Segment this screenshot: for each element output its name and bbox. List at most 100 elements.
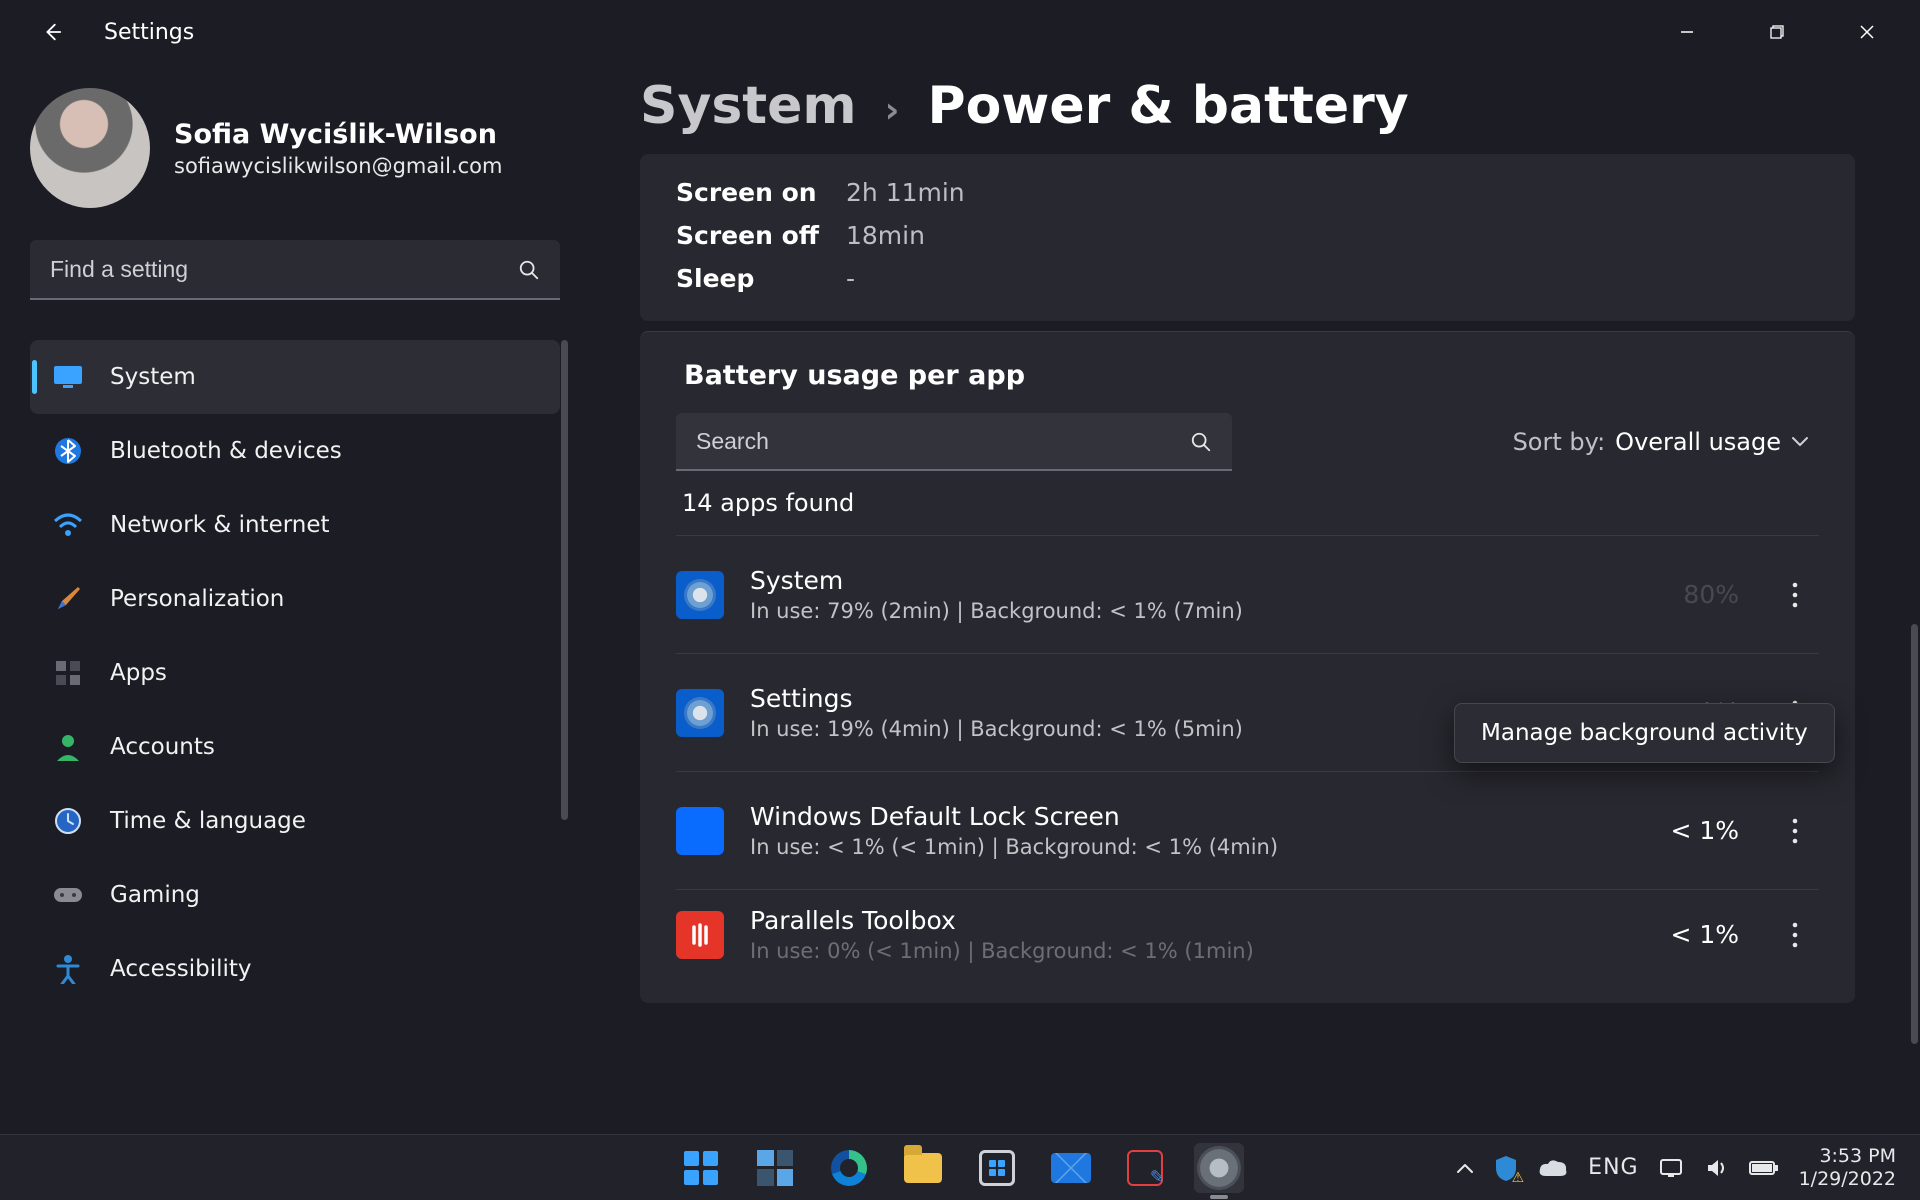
taskbar-settings[interactable] — [1194, 1143, 1244, 1193]
tray-clock[interactable]: 3:53 PM 1/29/2022 — [1799, 1145, 1896, 1191]
maximize-button[interactable] — [1732, 10, 1822, 54]
app-detail: In use: 79% (2min) | Background: < 1% (7… — [750, 599, 1613, 623]
app-name: Windows Default Lock Screen — [750, 802, 1613, 831]
user-block[interactable]: Sofia Wyciślik-Wilson sofiawycislikwilso… — [30, 88, 560, 208]
sidebar-item-accessibility[interactable]: Accessibility — [30, 932, 560, 1006]
taskbar-snip[interactable] — [1120, 1143, 1170, 1193]
app-percent: < 1% — [1639, 920, 1739, 949]
breadcrumb-parent[interactable]: System — [640, 76, 857, 136]
taskbar: ⚠ ENG 3:53 PM 1/29/2022 — [0, 1134, 1920, 1200]
sidebar-item-label: Time & language — [110, 808, 306, 834]
sidebar-item-label: Accounts — [110, 734, 215, 760]
person-icon — [52, 731, 84, 763]
gear-icon — [1200, 1149, 1238, 1187]
sidebar-item-network[interactable]: Network & internet — [30, 488, 560, 562]
security-icon[interactable]: ⚠ — [1494, 1154, 1518, 1182]
app-search — [676, 413, 1232, 471]
chevron-up-icon — [1456, 1162, 1474, 1174]
arrow-left-icon — [41, 21, 63, 43]
tray-network-icon[interactable] — [1659, 1157, 1685, 1179]
app-title: Settings — [104, 20, 194, 45]
app-percent: < 1% — [1639, 816, 1739, 845]
windows-logo-icon — [684, 1151, 718, 1185]
app-search-input[interactable] — [676, 413, 1232, 471]
sidebar-item-label: Accessibility — [110, 956, 252, 982]
language-indicator[interactable]: ENG — [1588, 1155, 1638, 1180]
app-row-parallels[interactable]: Parallels Toolbox In use: 0% (< 1min) | … — [676, 889, 1819, 979]
chevron-right-icon: › — [885, 90, 900, 131]
tray-date: 1/29/2022 — [1799, 1168, 1896, 1191]
sleep-value: - — [846, 264, 855, 293]
tray-overflow[interactable] — [1456, 1162, 1474, 1174]
main-scrollbar[interactable] — [1911, 624, 1918, 1044]
sidebar-item-bluetooth[interactable]: Bluetooth & devices — [30, 414, 560, 488]
start-button[interactable] — [676, 1143, 726, 1193]
main-content: System › Power & battery Screen on 2h 11… — [590, 64, 1920, 1134]
context-menu-item[interactable]: Manage background activity — [1454, 703, 1835, 763]
wifi-icon — [52, 509, 84, 541]
taskbar-mail[interactable] — [1046, 1143, 1096, 1193]
mail-icon — [1051, 1153, 1091, 1183]
more-vertical-icon — [1792, 922, 1798, 948]
app-more-button[interactable] — [1775, 905, 1815, 965]
taskbar-store[interactable] — [972, 1143, 1022, 1193]
clock-icon — [52, 805, 84, 837]
sidebar-item-time[interactable]: Time & language — [30, 784, 560, 858]
sleep-label: Sleep — [676, 264, 846, 293]
tray-time: 3:53 PM — [1799, 1145, 1896, 1168]
brush-icon — [52, 583, 84, 615]
screen-on-label: Screen on — [676, 178, 846, 207]
lockscreen-app-icon — [676, 807, 724, 855]
user-name: Sofia Wyciślik-Wilson — [174, 119, 502, 150]
sidebar-item-personalization[interactable]: Personalization — [30, 562, 560, 636]
search-icon — [1190, 431, 1212, 453]
sidebar-item-apps[interactable]: Apps — [30, 636, 560, 710]
avatar — [30, 88, 150, 208]
context-menu-label: Manage background activity — [1481, 720, 1808, 746]
taskbar-widgets[interactable] — [750, 1143, 800, 1193]
search-icon — [518, 259, 540, 281]
tray-volume-icon[interactable] — [1705, 1157, 1729, 1179]
edge-icon — [831, 1150, 867, 1186]
back-button[interactable] — [28, 8, 76, 56]
restore-icon — [1769, 24, 1785, 40]
sort-by-label: Sort by: — [1513, 428, 1606, 456]
battery-usage-panel: Battery usage per app Sort by: Overall u… — [640, 331, 1855, 1003]
onedrive-icon[interactable] — [1538, 1158, 1568, 1178]
chevron-down-icon — [1791, 436, 1809, 448]
app-detail: In use: < 1% (< 1min) | Background: < 1%… — [750, 835, 1613, 859]
app-name: System — [750, 566, 1613, 595]
apps-count: 14 apps found — [682, 489, 1819, 517]
breadcrumb-current: Power & battery — [927, 76, 1408, 136]
close-button[interactable] — [1822, 10, 1912, 54]
app-row-lockscreen[interactable]: Windows Default Lock Screen In use: < 1%… — [676, 771, 1819, 889]
screen-on-value: 2h 11min — [846, 178, 965, 207]
sidebar-item-gaming[interactable]: Gaming — [30, 858, 560, 932]
sidebar-search-input[interactable] — [30, 240, 560, 300]
sidebar-scrollbar[interactable] — [561, 340, 568, 820]
app-more-button[interactable] — [1775, 801, 1815, 861]
sidebar-item-label: Network & internet — [110, 512, 330, 538]
sidebar-item-system[interactable]: System — [30, 340, 560, 414]
minimize-button[interactable] — [1642, 10, 1732, 54]
more-vertical-icon — [1792, 582, 1798, 608]
sidebar-item-label: Apps — [110, 660, 167, 686]
screen-off-label: Screen off — [676, 221, 846, 250]
tray-battery-icon[interactable] — [1749, 1159, 1779, 1177]
sidebar-item-label: Personalization — [110, 586, 284, 612]
close-icon — [1859, 24, 1875, 40]
sidebar-item-accounts[interactable]: Accounts — [30, 710, 560, 784]
sort-by-dropdown[interactable]: Sort by: Overall usage — [1513, 428, 1819, 456]
screen-stats-panel: Screen on 2h 11min Screen off 18min Slee… — [640, 154, 1855, 321]
apps-icon — [52, 657, 84, 689]
store-icon — [979, 1150, 1015, 1186]
taskbar-explorer[interactable] — [898, 1143, 948, 1193]
system-tray: ⚠ ENG 3:53 PM 1/29/2022 — [1456, 1145, 1920, 1191]
app-name: Parallels Toolbox — [750, 906, 1613, 935]
sidebar-item-label: System — [110, 364, 196, 390]
app-more-button[interactable] — [1775, 565, 1815, 625]
sidebar-search — [30, 240, 560, 300]
more-vertical-icon — [1792, 818, 1798, 844]
taskbar-edge[interactable] — [824, 1143, 874, 1193]
app-row-system[interactable]: System In use: 79% (2min) | Background: … — [676, 535, 1819, 653]
